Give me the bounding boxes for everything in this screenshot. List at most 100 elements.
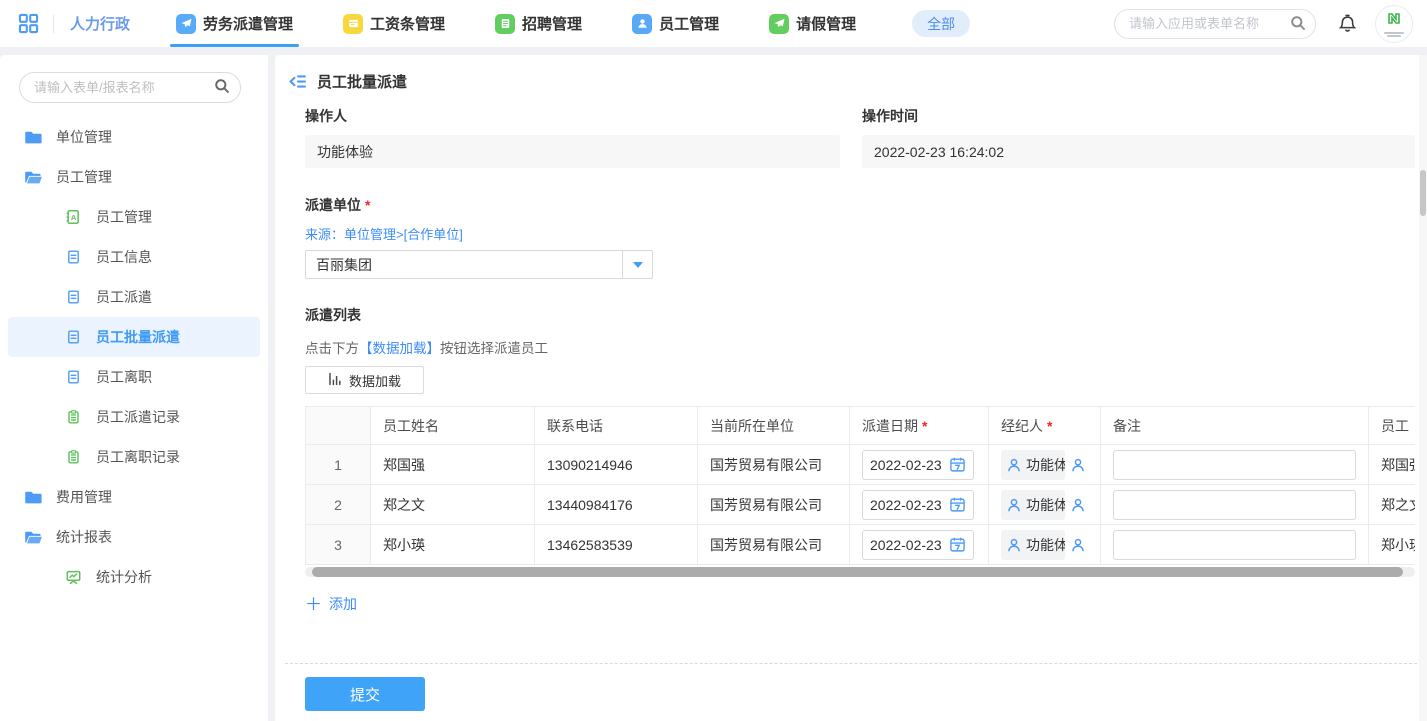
data-load-button[interactable]: 数据加载 bbox=[305, 366, 424, 394]
sidebar-item-8[interactable]: 员工派遣记录 bbox=[8, 397, 260, 437]
all-apps-badge[interactable]: 全部 bbox=[912, 10, 970, 37]
operator-value: 功能体验 bbox=[305, 135, 840, 168]
remark-input[interactable] bbox=[1113, 530, 1356, 560]
search-icon[interactable] bbox=[214, 78, 230, 99]
sidebar-search bbox=[19, 72, 241, 103]
search-icon[interactable] bbox=[1290, 15, 1306, 36]
unit-source-link[interactable]: 来源：单位管理>[合作单位] bbox=[305, 224, 1415, 243]
page-scrollbar-track[interactable] bbox=[1419, 55, 1427, 721]
account-logo[interactable] bbox=[1375, 5, 1413, 43]
collapse-menu-icon[interactable] bbox=[288, 73, 307, 90]
table-cell-unit: 国芳贸易有限公司 bbox=[698, 485, 850, 525]
table-header-phone: 联系电话 bbox=[535, 407, 698, 445]
bar-chart-icon bbox=[328, 372, 342, 389]
dispatch-unit-select[interactable]: 百丽集团 bbox=[305, 250, 653, 279]
topbar-tab-2[interactable]: 工资条管理 bbox=[343, 0, 445, 47]
sidebar-tree: 单位管理员工管理A员工管理员工信息员工派遣员工批量派遣员工离职员工派遣记录员工离… bbox=[0, 117, 268, 597]
sidebar: 单位管理员工管理A员工管理员工信息员工派遣员工批量派遣员工离职员工派遣记录员工离… bbox=[0, 55, 268, 721]
table-horizontal-scrollbar[interactable] bbox=[305, 567, 1415, 577]
folder-closed-icon bbox=[24, 490, 42, 505]
table-header-date: 派遣日期* bbox=[850, 407, 989, 445]
table-cell-unit: 国芳贸易有限公司 bbox=[698, 445, 850, 485]
remark-input[interactable] bbox=[1113, 490, 1356, 520]
select-person-icon[interactable] bbox=[1070, 537, 1086, 553]
sidebar-item-4[interactable]: 员工信息 bbox=[8, 237, 260, 277]
topbar-right bbox=[1114, 5, 1413, 43]
sidebar-item-10[interactable]: 费用管理 bbox=[8, 477, 260, 517]
table-cell-index: 2 bbox=[306, 485, 371, 525]
sidebar-item-6[interactable]: 员工批量派遣 bbox=[8, 317, 260, 357]
topbar-tab-3[interactable]: 招聘管理 bbox=[495, 0, 582, 47]
sidebar-item-label: 费用管理 bbox=[56, 487, 112, 507]
sidebar-item-label: 员工离职 bbox=[96, 367, 152, 387]
date-value: 2022-02-23 bbox=[870, 457, 949, 473]
sidebar-item-5[interactable]: 员工派遣 bbox=[8, 277, 260, 317]
add-row-link[interactable]: ＋ 添加 bbox=[305, 594, 357, 614]
table-cell-name: 郑之文 bbox=[371, 485, 535, 525]
topbar-search bbox=[1114, 9, 1316, 39]
sidebar-item-label: 单位管理 bbox=[56, 127, 112, 147]
folder-closed-icon bbox=[24, 130, 42, 145]
document-icon bbox=[64, 289, 82, 305]
page-scrollbar-thumb[interactable] bbox=[1420, 170, 1426, 216]
date-input[interactable]: 2022-02-23 bbox=[862, 450, 974, 480]
tab-label: 劳务派遣管理 bbox=[203, 13, 293, 34]
sidebar-item-3[interactable]: A员工管理 bbox=[8, 197, 260, 237]
chart-board-icon bbox=[64, 569, 82, 585]
topbar: 人力行政 劳务派遣管理 工资条管理 招聘管理 员工管理 请假管理 全部 bbox=[0, 0, 1427, 47]
sidebar-item-12[interactable]: 统计分析 bbox=[8, 557, 260, 597]
submit-button[interactable]: 提交 bbox=[305, 677, 425, 711]
form-area: 操作人 功能体验 操作时间 2022-02-23 16:24:02 派遣单位 *… bbox=[275, 92, 1427, 615]
tab-label: 招聘管理 bbox=[522, 13, 582, 34]
add-row-label: 添加 bbox=[329, 594, 357, 614]
calendar-icon bbox=[949, 536, 966, 553]
hint-data-load-link[interactable]: 【数据加载】 bbox=[359, 341, 440, 356]
table-row: 1郑国强13090214946国芳贸易有限公司2022-02-23功能体验郑国强 bbox=[306, 445, 1416, 485]
sidebar-item-9[interactable]: 员工离职记录 bbox=[8, 437, 260, 477]
app-search-input[interactable] bbox=[1114, 9, 1316, 39]
date-input[interactable]: 2022-02-23 bbox=[862, 530, 974, 560]
remark-input[interactable] bbox=[1113, 450, 1356, 480]
form-search-input[interactable] bbox=[19, 72, 241, 103]
svg-text:A: A bbox=[71, 213, 77, 222]
sidebar-item-11[interactable]: 统计报表 bbox=[8, 517, 260, 557]
agent-tag[interactable]: 功能体验 bbox=[1001, 490, 1065, 520]
dispatch-list-section: 派遣列表 点击下方【数据加载】按钮选择派遣员工 数据加载 员工姓名联系电话当前所… bbox=[305, 305, 1415, 615]
topbar-tab-5[interactable]: 请假管理 bbox=[769, 0, 856, 47]
select-person-icon[interactable] bbox=[1070, 497, 1086, 513]
sidebar-item-1[interactable]: 单位管理 bbox=[8, 117, 260, 157]
table-cell-remark bbox=[1101, 445, 1369, 485]
date-input[interactable]: 2022-02-23 bbox=[862, 490, 974, 520]
select-person-icon[interactable] bbox=[1070, 457, 1086, 473]
sidebar-item-2[interactable]: 员工管理 bbox=[8, 157, 260, 197]
op-time-field-group: 操作时间 2022-02-23 16:24:02 bbox=[862, 106, 1415, 168]
operator-field-group: 操作人 功能体验 bbox=[305, 106, 840, 168]
sidebar-item-label: 员工批量派遣 bbox=[96, 327, 180, 347]
paper-plane-icon bbox=[769, 14, 789, 34]
table-cell-index: 1 bbox=[306, 445, 371, 485]
agent-tag[interactable]: 功能体验 bbox=[1001, 530, 1065, 560]
sidebar-item-7[interactable]: 员工离职 bbox=[8, 357, 260, 397]
dispatch-unit-value: 百丽集团 bbox=[306, 251, 622, 278]
scrollbar-thumb[interactable] bbox=[312, 567, 1403, 577]
dispatch-unit-group: 派遣单位 * 来源：单位管理>[合作单位] 百丽集团 bbox=[305, 195, 1415, 279]
app-grid-icon[interactable] bbox=[18, 13, 39, 34]
logo-caption bbox=[1384, 31, 1404, 37]
folder-open-icon bbox=[24, 170, 42, 185]
op-time-value: 2022-02-23 16:24:02 bbox=[862, 135, 1415, 168]
agent-tag[interactable]: 功能体验 bbox=[1001, 450, 1065, 480]
agent-name: 功能体验 bbox=[1026, 455, 1065, 475]
table-cell-index: 3 bbox=[306, 525, 371, 565]
logo-mark-icon bbox=[1386, 11, 1403, 31]
employee-icon bbox=[632, 14, 652, 34]
table-cell-phone: 13440984176 bbox=[535, 485, 698, 525]
dispatch-table: 员工姓名联系电话当前所在单位派遣日期*经纪人*备注员工 1郑国强13090214… bbox=[305, 406, 1415, 565]
tab-label: 工资条管理 bbox=[370, 13, 445, 34]
table-cell-employee: 郑国强 bbox=[1369, 445, 1416, 485]
topbar-tab-1[interactable]: 劳务派遣管理 bbox=[176, 0, 293, 47]
notification-bell-icon[interactable] bbox=[1338, 14, 1357, 33]
table-header-agent: 经纪人* bbox=[989, 407, 1101, 445]
topbar-tab-4[interactable]: 员工管理 bbox=[632, 0, 719, 47]
select-caret-box[interactable] bbox=[622, 251, 652, 278]
brand-title[interactable]: 人力行政 bbox=[70, 13, 130, 34]
